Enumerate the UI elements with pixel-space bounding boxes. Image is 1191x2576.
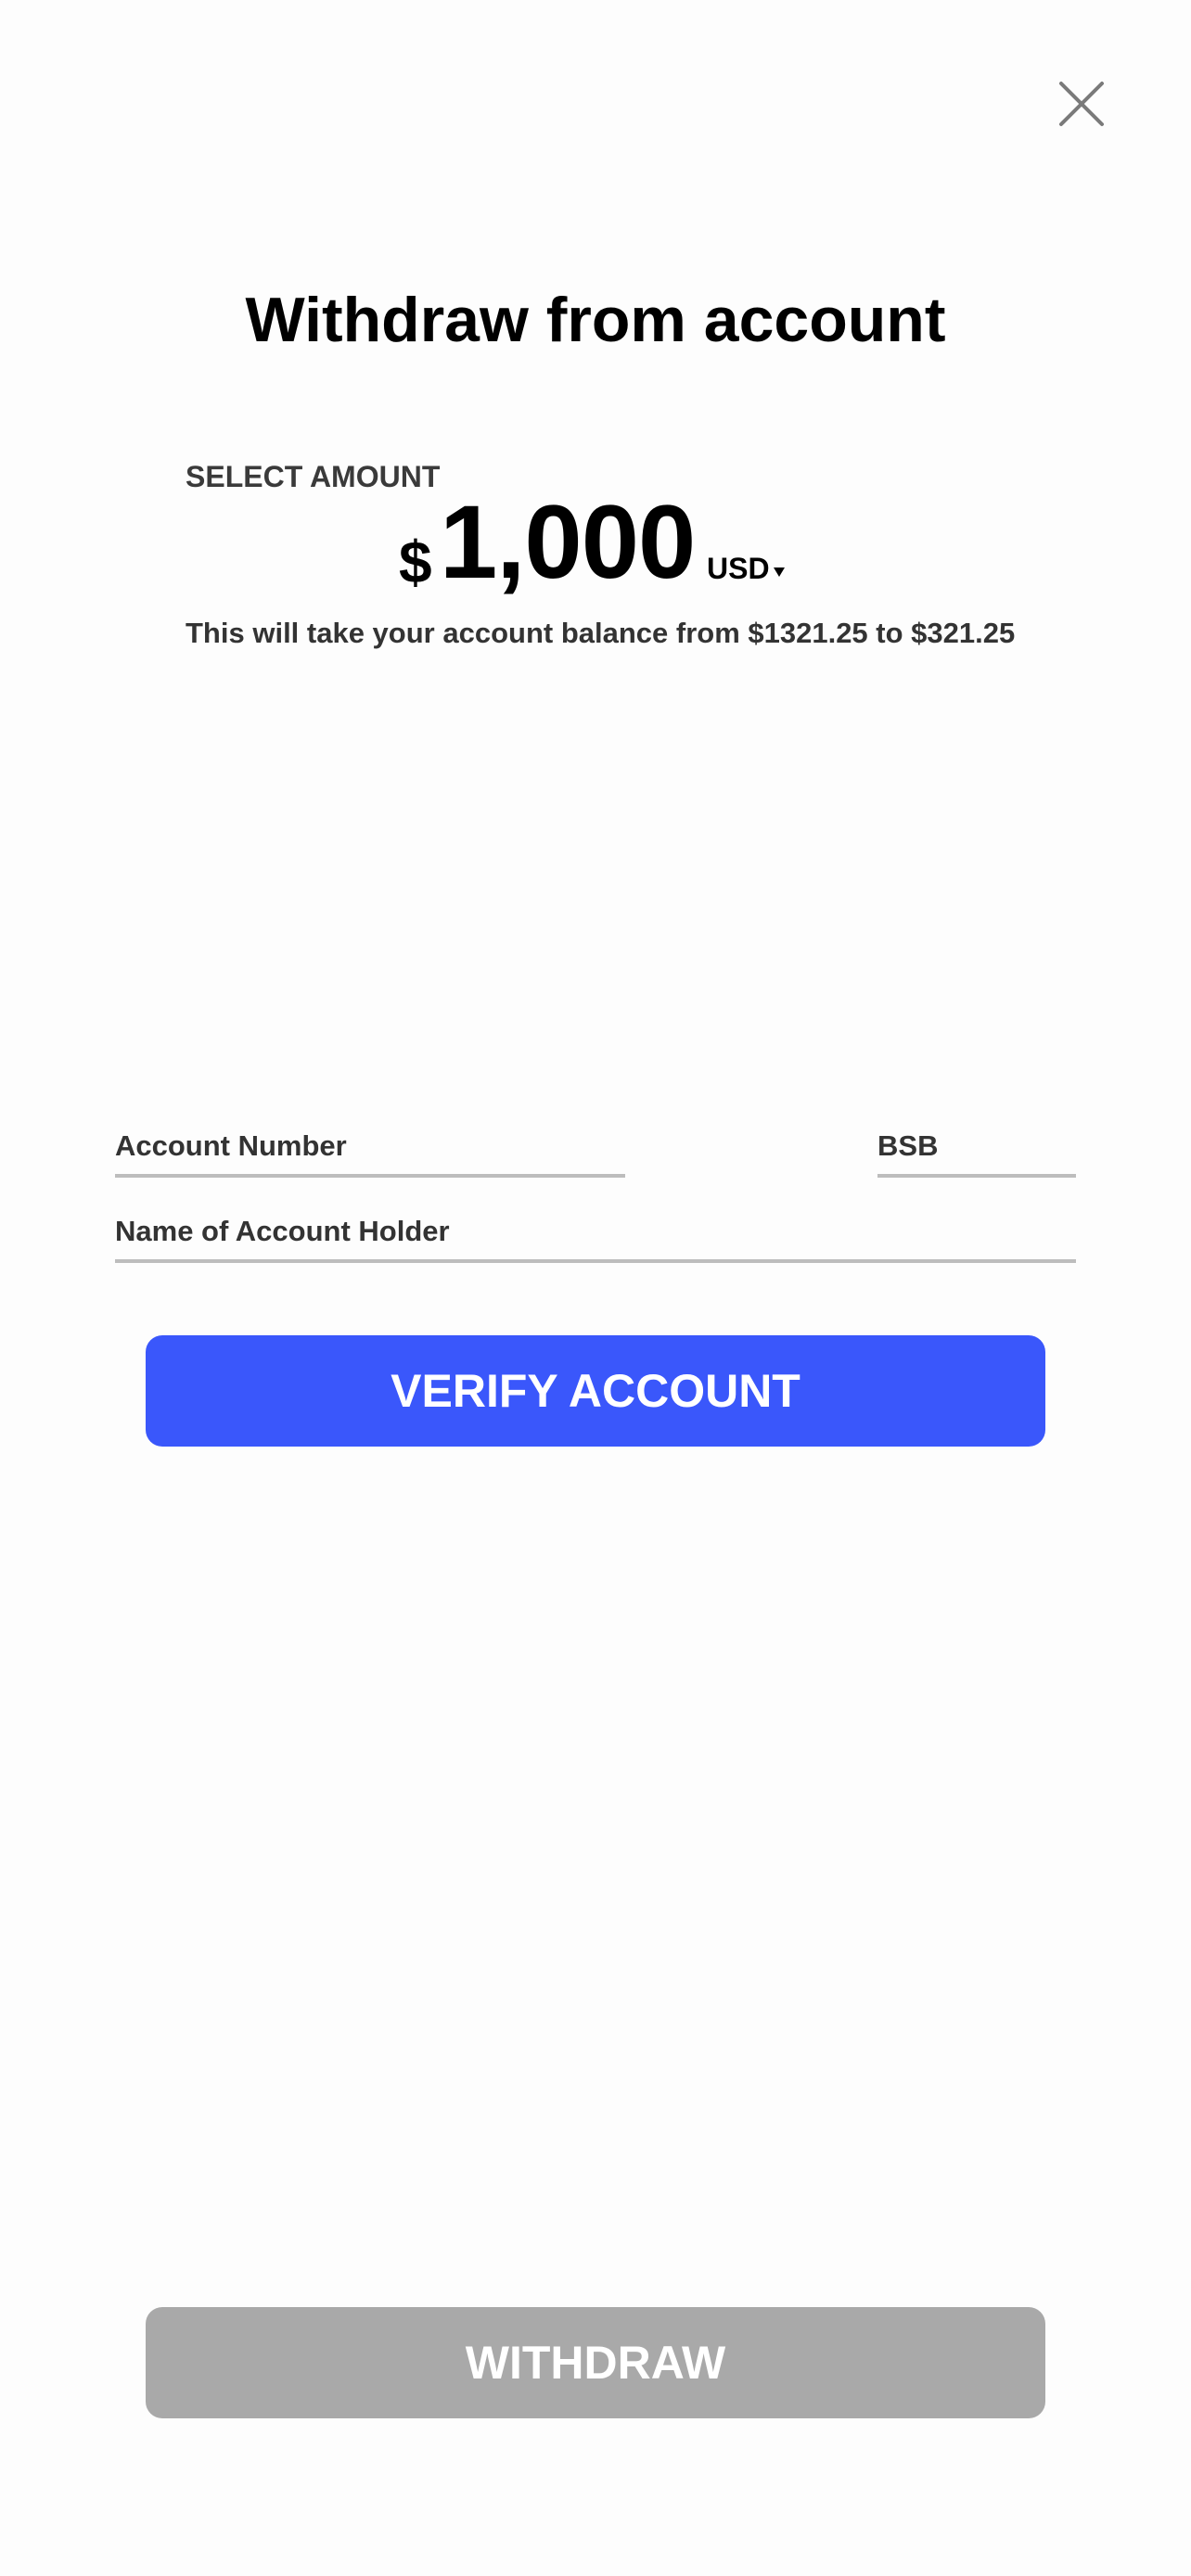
- bsb-underline: [877, 1174, 1076, 1178]
- account-number-label: Account Number: [115, 1129, 347, 1162]
- account-holder-label: Name of Account Holder: [115, 1215, 450, 1247]
- close-icon: [1059, 82, 1104, 126]
- account-holder-underline: [115, 1259, 1076, 1263]
- amount-display[interactable]: $ 1,000 USD: [0, 482, 1191, 603]
- close-button[interactable]: [1056, 78, 1108, 130]
- verify-account-button[interactable]: VERIFY ACCOUNT: [146, 1335, 1045, 1447]
- currency-code: USD: [707, 552, 770, 585]
- page-title: Withdraw from account: [245, 285, 946, 355]
- amount-value[interactable]: 1,000: [440, 482, 696, 603]
- bsb-field[interactable]: BSB: [877, 1128, 1076, 1178]
- currency-symbol: $: [399, 529, 432, 595]
- balance-note: This will take your account balance from…: [186, 617, 1016, 649]
- currency-dropdown[interactable]: USD: [707, 545, 785, 592]
- caret-down-icon: [773, 567, 785, 577]
- withdraw-button[interactable]: WITHDRAW: [146, 2307, 1045, 2418]
- bsb-label: BSB: [877, 1129, 939, 1162]
- account-number-field[interactable]: Account Number: [115, 1128, 625, 1178]
- account-holder-field[interactable]: Name of Account Holder: [115, 1213, 1076, 1263]
- account-number-underline: [115, 1174, 625, 1178]
